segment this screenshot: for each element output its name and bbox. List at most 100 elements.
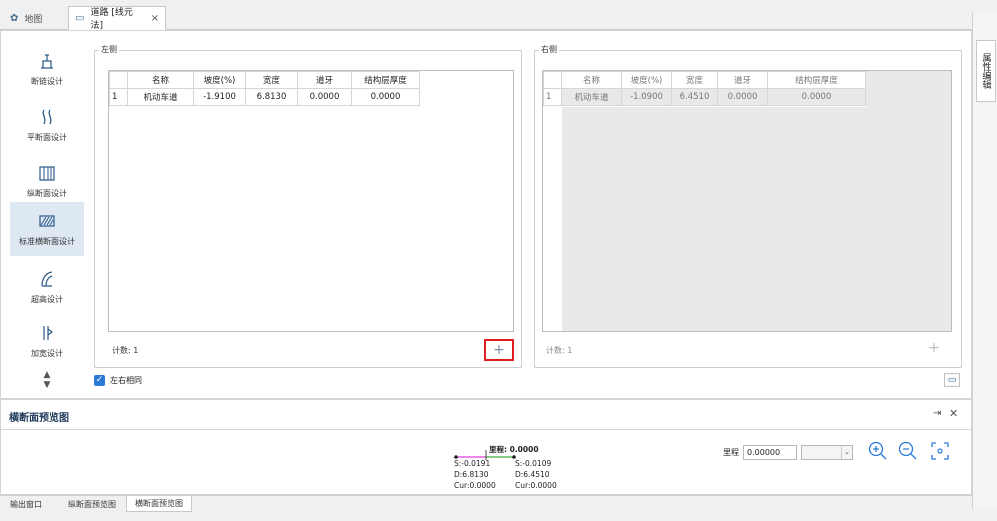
sidebar-item-label: 标准横断面设计 xyxy=(19,236,75,246)
close-icon[interactable]: × xyxy=(151,13,159,24)
tab-road-label: 道路 [线元法] xyxy=(90,8,133,31)
bottom-tab-bar: 输出窗口 纵断面预览图 横断面预览图 xyxy=(0,495,972,513)
grid-disabled-area xyxy=(562,107,951,331)
chain-break-icon xyxy=(41,53,53,69)
zoom-out-icon[interactable] xyxy=(897,440,919,462)
design-sidebar: 断链设计 平断面设计 纵断面设计 标准横断面设计 超高设计 加宽设计 ▲ ▼ xyxy=(8,36,86,399)
preview-title: 横断面预览图 xyxy=(9,413,69,424)
row-index: 1 xyxy=(109,88,128,106)
left-lane-grid: 名称 坡度(%) 宽度 道牙 结构层厚度 1 机动车道 -1.9100 6.81… xyxy=(108,70,514,332)
sidebar-item-plan[interactable]: 平断面设计 xyxy=(10,98,84,152)
road-icon: ▭ xyxy=(75,12,85,24)
plus-icon-disabled: + xyxy=(928,340,940,356)
chevron-down-icon: ⌄ xyxy=(841,446,852,459)
superelevation-icon xyxy=(41,270,53,287)
table-cell: 0.0000 xyxy=(717,88,768,106)
widening-icon xyxy=(43,325,53,340)
folder-icon[interactable]: ▭ xyxy=(944,373,960,387)
sidebar-item-label: 加宽设计 xyxy=(31,348,63,358)
row-index: 1 xyxy=(543,88,562,106)
left-group-title: 左侧 xyxy=(99,44,119,55)
table-cell: 机动车道 xyxy=(561,88,622,106)
tab-label: 输出窗口 xyxy=(10,499,42,509)
sidebar-item-chain-break[interactable]: 断链设计 xyxy=(10,42,84,96)
table-header-row: 名称 坡度(%) 宽度 道牙 结构层厚度 xyxy=(543,71,866,89)
table-header-row: 名称 坡度(%) 宽度 道牙 结构层厚度 xyxy=(109,71,420,89)
column-header: 道牙 xyxy=(717,71,768,89)
right-cur-text: Cur:0.0000 xyxy=(515,481,557,490)
add-lane-button[interactable]: + xyxy=(484,339,514,361)
left-lane-table: 名称 坡度(%) 宽度 道牙 结构层厚度 1 机动车道 -1.9100 6.81… xyxy=(109,71,420,106)
column-header[interactable]: 道牙 xyxy=(297,71,352,89)
mileage-dropdown[interactable]: ⌄ xyxy=(801,445,853,460)
pin-icon[interactable]: ⇥ xyxy=(933,408,941,419)
table-row: 1 机动车道 -1.0900 6.4510 0.0000 0.0000 xyxy=(543,88,866,106)
table-cell[interactable]: 6.8130 xyxy=(245,88,298,106)
zoom-in-icon[interactable] xyxy=(867,440,889,462)
grid-disabled-area xyxy=(866,71,951,107)
cross-section-preview-panel: 横断面预览图 ⇥ ✕ 里程: 0.0000 S:-0.0191 D:6.8130… xyxy=(0,399,972,495)
column-header[interactable]: 名称 xyxy=(127,71,194,89)
left-slope-text: S:-0.0191 xyxy=(454,459,491,468)
sidebar-item-superelevation[interactable]: 超高设计 xyxy=(10,260,84,314)
table-cell[interactable]: -1.9100 xyxy=(193,88,246,106)
column-header[interactable]: 宽度 xyxy=(245,71,298,89)
row-header-corner xyxy=(543,71,562,89)
table-cell: 6.4510 xyxy=(671,88,718,106)
sidebar-item-label: 纵断面设计 xyxy=(27,188,67,198)
tab-label: 横断面预览图 xyxy=(135,499,183,508)
sidebar-item-label: 超高设计 xyxy=(31,294,63,304)
mileage-label: 里程 xyxy=(723,448,739,457)
right-group-title: 右侧 xyxy=(539,44,559,55)
tab-label: 纵断面预览图 xyxy=(68,499,116,509)
right-slope-text: S:-0.0109 xyxy=(515,459,552,468)
plus-icon: + xyxy=(493,342,505,358)
close-icon[interactable]: ✕ xyxy=(949,407,958,420)
table-row[interactable]: 1 机动车道 -1.9100 6.8130 0.0000 0.0000 xyxy=(109,88,420,106)
table-cell[interactable]: 0.0000 xyxy=(297,88,352,106)
sidebar-item-profile[interactable]: 纵断面设计 xyxy=(10,154,84,208)
sidebar-item-label: 断链设计 xyxy=(31,76,63,86)
tab-road[interactable]: ▭ 道路 [线元法] × xyxy=(68,6,166,31)
document-tab-bar: ✿ 地图 ▭ 道路 [线元法] × xyxy=(0,0,997,31)
left-cur-text: Cur:0.0000 xyxy=(454,481,496,490)
plan-curve-icon xyxy=(42,109,52,124)
same-both-sides-label: 左右相同 xyxy=(110,376,142,385)
right-side-strip: 属性编辑 xyxy=(972,12,997,509)
column-header: 结构层厚度 xyxy=(767,71,866,89)
column-header: 名称 xyxy=(561,71,622,89)
left-width-text: D:6.8130 xyxy=(454,470,489,479)
gear-icon: ✿ xyxy=(10,12,19,24)
row-header-corner xyxy=(109,71,128,89)
same-both-sides-checkbox[interactable]: ✓ 左右相同 xyxy=(94,375,142,386)
table-cell: 0.0000 xyxy=(767,88,866,106)
preview-header: 横断面预览图 ⇥ ✕ xyxy=(1,400,971,430)
column-header[interactable]: 结构层厚度 xyxy=(351,71,420,89)
tab-map[interactable]: ✿ 地图 xyxy=(4,6,62,30)
profile-icon xyxy=(39,165,55,181)
tab-profile-preview[interactable]: 纵断面预览图 xyxy=(60,496,124,512)
tab-cross-section-preview[interactable]: 横断面预览图 xyxy=(126,496,192,512)
column-header[interactable]: 坡度(%) xyxy=(193,71,246,89)
sidebar-item-label: 平断面设计 xyxy=(27,132,67,142)
right-count-label: 计数: 1 xyxy=(546,346,573,355)
column-header: 宽度 xyxy=(671,71,718,89)
table-cell[interactable]: 0.0000 xyxy=(351,88,420,106)
mileage-input[interactable]: 0.00000 xyxy=(743,445,797,460)
table-cell[interactable]: 机动车道 xyxy=(127,88,194,106)
right-width-text: D:6.4510 xyxy=(515,470,550,479)
cross-section-drawing: 里程: 0.0000 S:-0.0191 D:6.8130 Cur:0.0000… xyxy=(453,440,573,494)
column-header: 坡度(%) xyxy=(621,71,672,89)
right-lane-table: 名称 坡度(%) 宽度 道牙 结构层厚度 1 机动车道 -1.0900 6.45… xyxy=(543,71,866,106)
table-cell: -1.0900 xyxy=(621,88,672,106)
scroll-down-icon[interactable]: ▼ xyxy=(40,380,54,394)
tab-property-editor[interactable]: 属性编辑 xyxy=(976,40,996,102)
fit-view-icon[interactable] xyxy=(929,440,951,462)
tab-output-window[interactable]: 输出窗口 xyxy=(2,496,50,512)
cross-section-icon xyxy=(39,214,55,227)
right-lane-grid: 名称 坡度(%) 宽度 道牙 结构层厚度 1 机动车道 -1.0900 6.45… xyxy=(542,70,952,332)
checkmark-icon: ✓ xyxy=(94,375,105,386)
sidebar-item-widening[interactable]: 加宽设计 xyxy=(10,314,84,368)
sidebar-item-cross-section[interactable]: 标准横断面设计 xyxy=(10,202,84,256)
mileage-header: 里程: 0.0000 xyxy=(489,445,539,454)
